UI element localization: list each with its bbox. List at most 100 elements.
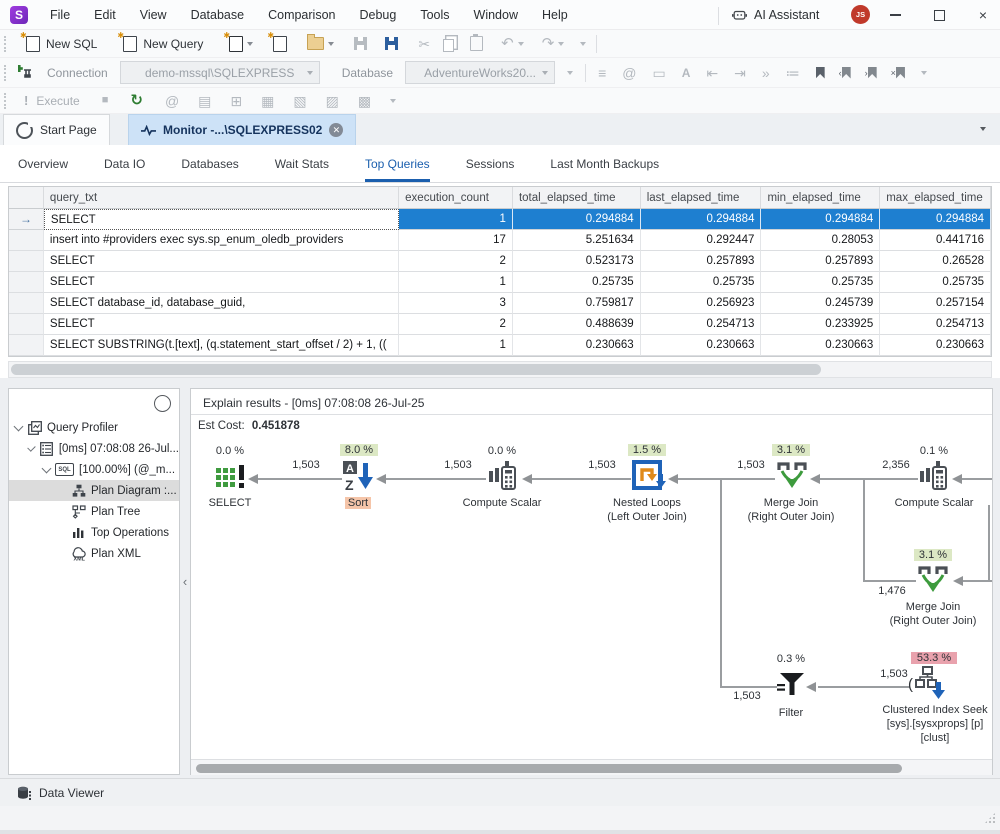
indent-icon[interactable]: ⇥ <box>734 66 746 80</box>
collapse-left-icon[interactable]: ‹ <box>183 574 187 589</box>
undo-dropdown[interactable] <box>518 42 524 46</box>
grid-hscrollbar[interactable] <box>8 361 992 378</box>
toolbar-grip[interactable] <box>4 93 10 109</box>
grid-header-last-elapsed-time[interactable]: last_elapsed_time <box>641 187 762 209</box>
cut-button[interactable]: ✂ <box>418 37 430 51</box>
new-document-dropdown[interactable] <box>247 42 253 46</box>
plan-node-filter[interactable] <box>777 671 805 700</box>
export-grid-icon[interactable]: ▨ <box>326 94 339 108</box>
plan-node-sort[interactable]: AZ <box>343 459 375 496</box>
toolbar-grip[interactable] <box>4 65 10 81</box>
grid-header-min-elapsed-time[interactable]: min_elapsed_time <box>761 187 880 209</box>
tab-list-dropdown[interactable] <box>980 127 986 131</box>
tree-item-plan-tree[interactable]: Plan Tree <box>9 501 179 522</box>
chart-view-icon[interactable]: ▧ <box>293 94 306 108</box>
stop-button[interactable]: ■ <box>102 95 109 106</box>
menu-edit[interactable]: Edit <box>92 8 118 22</box>
grid-row[interactable]: SELECT 2 0.523173 0.257893 0.257893 0.26… <box>9 251 991 272</box>
mail-results-icon[interactable]: @ <box>165 94 179 108</box>
grid-header-total-elapsed-time[interactable]: total_elapsed_time <box>513 187 641 209</box>
paste-button[interactable] <box>470 36 483 51</box>
grid-row-selected[interactable]: → SELECT 1 0.294884 0.294884 0.294884 0.… <box>9 209 991 230</box>
tab-start-page[interactable]: Start Page <box>3 114 110 145</box>
cell-query-txt[interactable]: SELECT <box>44 209 399 230</box>
explain-hscrollbar-thumb[interactable] <box>196 764 902 773</box>
bookmark-prev-icon[interactable]: ‹ <box>841 67 851 79</box>
info-icon[interactable] <box>154 395 171 412</box>
new-sql-button[interactable]: New SQL <box>26 36 97 52</box>
grid-row[interactable]: SELECT SUBSTRING(t.[text], (q.statement_… <box>9 335 991 356</box>
tree-item-query-profiler[interactable]: Query Profiler <box>9 417 179 438</box>
tab-monitor[interactable]: Monitor -...\SQLEXPRESS02 ✕ <box>128 114 356 145</box>
copy-button[interactable] <box>443 39 454 52</box>
format-code-icon[interactable]: ≔ <box>786 66 800 80</box>
plan-node-merge-join-2[interactable] <box>917 565 949 600</box>
rename-icon[interactable]: ▭ <box>652 66 665 80</box>
plan-node-select[interactable] <box>215 461 247 494</box>
plan-node-nested-loops[interactable] <box>632 460 666 495</box>
new-query-button[interactable]: New Query <box>123 36 203 52</box>
grid-row[interactable]: SELECT database_id, database_guid, 3 0.7… <box>9 293 991 314</box>
grid-header-query-txt[interactable]: query_txt <box>44 187 399 209</box>
open-file-dropdown[interactable] <box>328 42 334 46</box>
save-button[interactable] <box>354 37 367 50</box>
new-document-button[interactable] <box>229 36 243 52</box>
subtab-last-month-backups[interactable]: Last Month Backups <box>550 145 659 182</box>
menu-file[interactable]: File <box>48 8 72 22</box>
menu-comparison[interactable]: Comparison <box>266 8 337 22</box>
grid-header-max-elapsed-time[interactable]: max_elapsed_time <box>880 187 991 209</box>
grid-row[interactable]: SELECT 1 0.25735 0.25735 0.25735 0.25735 <box>9 272 991 293</box>
vertical-splitter[interactable]: ‹ <box>180 388 190 775</box>
results-grid-icon[interactable]: ⊞ <box>230 94 242 108</box>
chevron-down-icon[interactable] <box>42 463 52 473</box>
subtab-wait-stats[interactable]: Wait Stats <box>275 145 329 182</box>
toolbar-grip[interactable] <box>4 36 10 52</box>
menu-window[interactable]: Window <box>472 8 520 22</box>
subtab-data-io[interactable]: Data IO <box>104 145 145 182</box>
close-button[interactable]: × <box>966 1 1000 29</box>
database-select[interactable]: AdventureWorks20... <box>405 61 555 84</box>
layout-split-icon[interactable]: ▦ <box>261 94 274 108</box>
grid-row[interactable]: insert into #providers exec sys.sp_enum_… <box>9 230 991 251</box>
connection-select[interactable]: demo-mssql\SQLEXPRESS <box>120 61 320 84</box>
execute-overflow-dropdown[interactable] <box>390 99 396 103</box>
bookmark-toggle-icon[interactable] <box>816 67 825 79</box>
subtab-sessions[interactable]: Sessions <box>466 145 515 182</box>
grid-header-execution-count[interactable]: execution_count <box>399 187 513 209</box>
tree-item-plan-diagram[interactable]: Plan Diagram :... <box>9 480 179 501</box>
bookmark-overflow-dropdown[interactable] <box>921 71 927 75</box>
menu-debug[interactable]: Debug <box>357 8 398 22</box>
redo-button[interactable]: ↷ <box>542 36 555 51</box>
minimize-button[interactable] <box>878 1 912 29</box>
menu-database[interactable]: Database <box>189 8 247 22</box>
ai-assistant-button[interactable]: AI Assistant <box>732 4 819 26</box>
new-file-button[interactable] <box>273 36 287 52</box>
tree-item-top-operations[interactable]: Top Operations <box>9 522 179 543</box>
maximize-button[interactable] <box>922 1 956 29</box>
indent-right-icon[interactable]: » <box>762 66 770 80</box>
query-history-button[interactable]: ↻ <box>130 93 143 108</box>
connection-overflow-dropdown[interactable] <box>567 71 573 75</box>
snippet-icon[interactable]: @ <box>622 66 636 80</box>
chevron-down-icon[interactable] <box>27 443 35 451</box>
tab-close-icon[interactable]: ✕ <box>329 123 343 137</box>
pivot-icon[interactable]: ▩ <box>358 94 371 108</box>
menu-help[interactable]: Help <box>540 8 570 22</box>
save-all-button[interactable] <box>385 37 398 50</box>
format-case-icon[interactable]: A <box>682 67 691 79</box>
tree-item-session[interactable]: [0ms] 07:08:08 26-Jul... <box>9 438 179 459</box>
open-file-button[interactable] <box>307 37 324 50</box>
grid-row[interactable]: SELECT 2 0.488639 0.254713 0.233925 0.25… <box>9 314 991 335</box>
plan-node-merge-join-1[interactable] <box>776 461 808 496</box>
data-viewer-bar[interactable]: Data Viewer <box>0 778 1000 806</box>
user-avatar-badge[interactable]: JS <box>851 5 870 24</box>
plan-node-compute-scalar-2[interactable] <box>919 459 949 496</box>
undo-button[interactable]: ↶ <box>501 36 514 51</box>
grid-hscrollbar-thumb[interactable] <box>11 364 821 375</box>
tree-item-plan-xml[interactable]: XML Plan XML <box>9 543 179 564</box>
outdent-icon[interactable]: ⇤ <box>706 66 718 80</box>
menu-view[interactable]: View <box>138 8 169 22</box>
plan-node-clustered-index-seek[interactable]: ( <box>908 666 948 703</box>
comment-lines-icon[interactable]: ≡ <box>598 66 606 80</box>
menu-tools[interactable]: Tools <box>418 8 451 22</box>
